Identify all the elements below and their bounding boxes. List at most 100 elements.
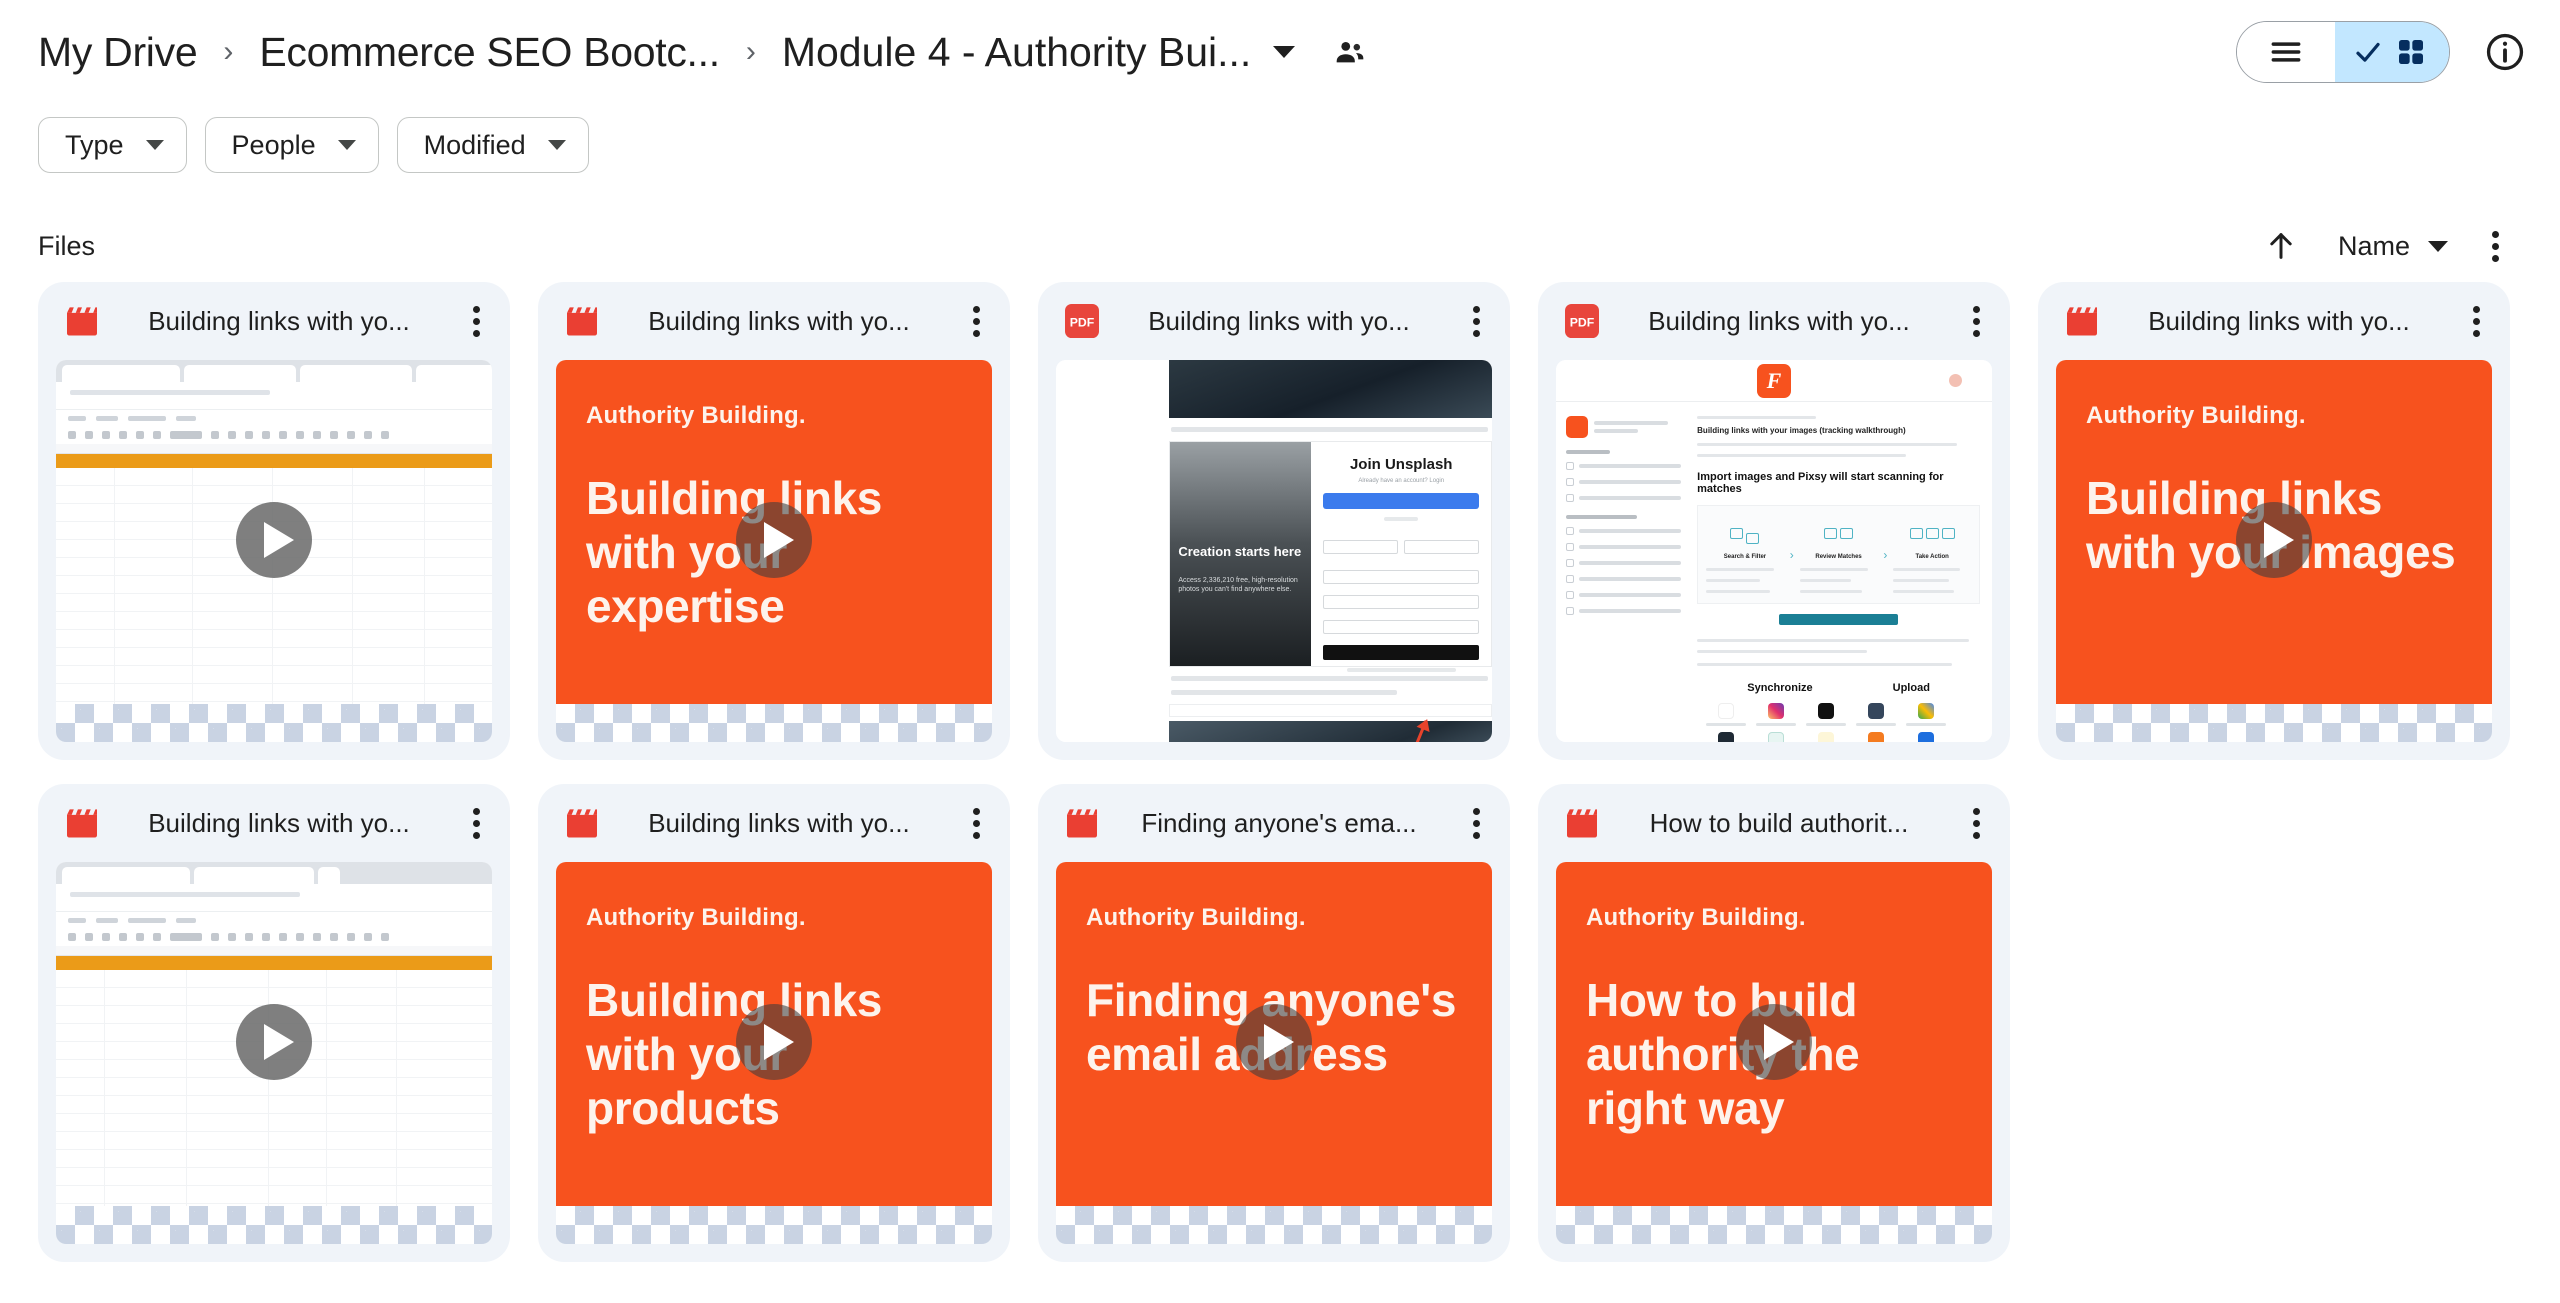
- play-button-overlay[interactable]: [236, 1003, 312, 1080]
- section-title-files: Files: [38, 230, 96, 261]
- sort-by-label: Name: [2337, 230, 2410, 261]
- filter-chip-type-label: Type: [65, 129, 124, 160]
- file-card[interactable]: PDF Building links with yo... F Building…: [1538, 282, 2010, 760]
- slide-kicker: Authority Building.: [2086, 402, 2306, 429]
- file-card-more-button[interactable]: [956, 807, 996, 839]
- slide-kicker: Authority Building.: [586, 904, 806, 931]
- file-card-thumbnail[interactable]: Authority Building. Finding anyone's ema…: [1056, 862, 1492, 1244]
- filter-chip-row: Type People Modified: [0, 104, 2560, 186]
- grid-view-button[interactable]: [2335, 22, 2449, 82]
- file-card[interactable]: Building links with yo... Authority Buil…: [538, 282, 1010, 760]
- file-card-more-button[interactable]: [1956, 807, 1996, 839]
- file-card-more-button[interactable]: [456, 305, 496, 337]
- file-card[interactable]: Building links with yo... Authority Buil…: [538, 784, 1010, 1262]
- info-icon[interactable]: [2484, 31, 2526, 73]
- chevron-down-icon: [337, 140, 356, 150]
- breadcrumb-item-bootcamp[interactable]: Ecommerce SEO Bootc...: [259, 31, 720, 73]
- chevron-down-icon: [547, 140, 566, 150]
- file-card-title: How to build authorit...: [1649, 807, 1909, 838]
- pdf-preview: Creation starts here Access 2,336,210 fr…: [1056, 360, 1492, 742]
- brand-logo-icon: F: [1757, 363, 1791, 398]
- file-card-title: Building links with yo...: [148, 305, 410, 336]
- transparency-checker-strip: [56, 1206, 492, 1244]
- transparency-checker-strip: [56, 704, 492, 742]
- pdf-icon: PDF: [1562, 304, 1602, 338]
- file-card-thumbnail[interactable]: Authority Building. How to build authori…: [1556, 862, 1992, 1244]
- video-clapperboard-icon: [62, 808, 102, 838]
- play-button-overlay[interactable]: [736, 1003, 812, 1080]
- file-card-title: Building links with yo...: [648, 807, 910, 838]
- transparency-checker-strip: [556, 1206, 992, 1244]
- file-card-more-button[interactable]: [1456, 305, 1496, 337]
- sort-direction-button[interactable]: [2250, 215, 2312, 277]
- filter-chip-type[interactable]: Type: [38, 117, 187, 173]
- pdf-section-label: Synchronize: [1747, 682, 1813, 694]
- slide-kicker: Authority Building.: [1586, 904, 1806, 931]
- files-section-bar: Files Name: [0, 210, 2560, 282]
- slide-kicker: Authority Building.: [1086, 904, 1306, 931]
- play-button-overlay[interactable]: [2236, 501, 2312, 578]
- kebab-menu-icon: [2491, 230, 2499, 262]
- transparency-checker-strip: [1556, 1206, 1992, 1244]
- sort-by-button[interactable]: Name: [2312, 218, 2464, 274]
- file-card-more-button[interactable]: [1456, 807, 1496, 839]
- chevron-down-icon: [2428, 240, 2448, 252]
- file-card[interactable]: Finding anyone's ema... Authority Buildi…: [1038, 784, 1510, 1262]
- file-card-thumbnail[interactable]: Authority Building. Building links with …: [556, 360, 992, 742]
- breadcrumb-item-my-drive[interactable]: My Drive: [38, 31, 198, 73]
- file-card-thumbnail[interactable]: Authority Building. Building links with …: [2056, 360, 2492, 742]
- file-card-more-button[interactable]: [456, 807, 496, 839]
- svg-text:PDF: PDF: [1570, 316, 1595, 330]
- pdf-step-label: Take Action: [1915, 554, 1949, 560]
- video-clapperboard-icon: [562, 306, 602, 336]
- pdf-step-label: Review Matches: [1815, 554, 1862, 560]
- file-card[interactable]: How to build authorit... Authority Build…: [1538, 784, 2010, 1262]
- file-card-title: Building links with yo...: [648, 305, 910, 336]
- pdf-banner-text: Import images and Pixsy will start scann…: [1697, 471, 1944, 495]
- file-card-title: Finding anyone's ema...: [1141, 807, 1417, 838]
- section-more-options-button[interactable]: [2464, 215, 2526, 277]
- filter-chip-modified[interactable]: Modified: [396, 117, 589, 173]
- breadcrumb-item-current-folder[interactable]: Module 4 - Authority Bui...: [782, 29, 1251, 76]
- svg-text:PDF: PDF: [1070, 316, 1095, 330]
- people-icon[interactable]: [1333, 35, 1367, 69]
- file-card-header: Building links with yo...: [38, 282, 510, 360]
- transparency-checker-strip: [2056, 704, 2492, 742]
- file-card-title: Building links with yo...: [148, 807, 410, 838]
- file-card[interactable]: Building links with yo...: [38, 784, 510, 1262]
- file-card-thumbnail[interactable]: F Building links with your images (track…: [1556, 360, 1992, 742]
- file-card-thumbnail[interactable]: Authority Building. Building links with …: [556, 862, 992, 1244]
- view-mode-toggle[interactable]: [2236, 21, 2450, 83]
- pdf-icon: PDF: [1062, 304, 1102, 338]
- pdf-preview: F Building links with your images (track…: [1556, 360, 1992, 742]
- file-card-thumbnail[interactable]: Creation starts here Access 2,336,210 fr…: [1056, 360, 1492, 742]
- check-icon: [2356, 42, 2380, 62]
- file-card[interactable]: PDF Building links with yo... Creation s…: [1038, 282, 1510, 760]
- avatar: [1949, 374, 1962, 387]
- pdf-step-label: Search & Filter: [1723, 554, 1767, 560]
- transparency-checker-strip: [556, 704, 992, 742]
- video-clapperboard-icon: [1062, 808, 1102, 838]
- breadcrumb: My Drive › Ecommerce SEO Bootc... › Modu…: [38, 29, 1367, 76]
- arrow-up-icon: [2270, 233, 2292, 259]
- file-card[interactable]: Building links with yo... Authority Buil…: [2038, 282, 2510, 760]
- play-button-overlay[interactable]: [1236, 1003, 1312, 1080]
- file-card-title: Building links with yo...: [2148, 305, 2410, 336]
- filter-chip-people-label: People: [231, 129, 316, 160]
- file-card-thumbnail[interactable]: [56, 862, 492, 1244]
- list-view-button[interactable]: [2237, 22, 2335, 82]
- play-button-overlay[interactable]: [236, 501, 312, 578]
- pdf-heading: Join Unsplash: [1349, 456, 1453, 473]
- file-card-thumbnail[interactable]: [56, 360, 492, 742]
- breadcrumb-separator: ›: [223, 35, 234, 68]
- file-card-more-button[interactable]: [956, 305, 996, 337]
- chevron-down-icon[interactable]: [1273, 46, 1296, 58]
- file-card-title: Building links with yo...: [1148, 305, 1410, 336]
- play-button-overlay[interactable]: [736, 501, 812, 578]
- file-card[interactable]: Building links with yo...: [38, 282, 510, 760]
- file-card-more-button[interactable]: [2456, 305, 2496, 337]
- filter-chip-people[interactable]: People: [204, 117, 379, 173]
- pdf-doc-title: Building links with your images (trackin…: [1697, 426, 1906, 435]
- play-button-overlay[interactable]: [1736, 1003, 1812, 1080]
- file-card-more-button[interactable]: [1956, 305, 1996, 337]
